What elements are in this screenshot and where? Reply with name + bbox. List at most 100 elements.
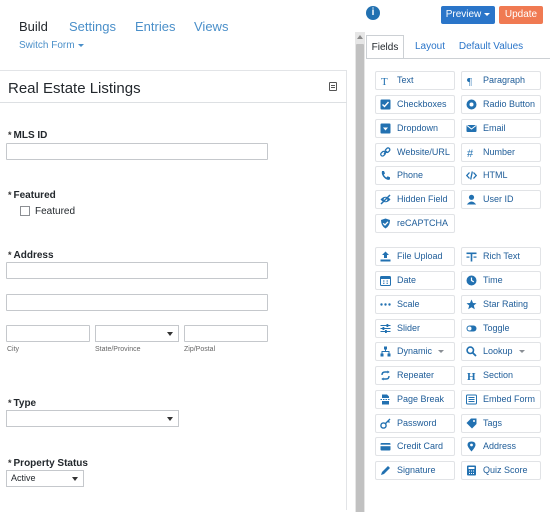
- required-marker: *: [8, 398, 12, 408]
- field-type-date[interactable]: Date: [375, 271, 455, 290]
- dropdown-icon: [380, 123, 391, 134]
- field-type-label: Page Break: [397, 394, 445, 404]
- scroll-thumb[interactable]: [356, 44, 364, 512]
- tab-entries[interactable]: Entries: [135, 19, 175, 34]
- property-status-label-text: Property Status: [13, 458, 88, 469]
- email-icon: [466, 125, 477, 132]
- type-select[interactable]: [6, 410, 179, 427]
- scroll-up-arrow-icon[interactable]: [357, 35, 363, 39]
- field-type-label: Checkboxes: [397, 99, 447, 109]
- field-type-page-break[interactable]: Page Break: [375, 390, 455, 409]
- field-type-label: Dynamic: [397, 346, 433, 356]
- tag-icon: [466, 418, 477, 429]
- property-status-label: * Property Status: [8, 458, 88, 469]
- featured-label-text: Featured: [13, 190, 56, 201]
- paragraph-icon: ¶: [467, 76, 472, 86]
- field-type-paragraph[interactable]: ¶ Paragraph: [461, 71, 541, 90]
- field-type-dropdown[interactable]: Dropdown: [375, 119, 455, 138]
- info-icon[interactable]: i: [366, 6, 380, 20]
- svg-text:#: #: [467, 148, 474, 158]
- field-type-text[interactable]: T Text: [375, 71, 455, 90]
- field-type-number[interactable]: # Number: [461, 143, 541, 162]
- field-type-tags[interactable]: Tags: [461, 414, 541, 433]
- field-type-html[interactable]: HTML: [461, 166, 541, 185]
- preview-button[interactable]: Preview: [441, 6, 495, 24]
- field-type-label: Dropdown: [397, 123, 439, 133]
- field-type-quiz-score[interactable]: Quiz Score: [461, 461, 541, 480]
- mls-id-label: * MLS ID: [8, 130, 47, 141]
- radio-icon: [466, 99, 477, 110]
- field-type-toggle[interactable]: Toggle: [461, 319, 541, 338]
- field-type-address[interactable]: Address: [461, 437, 541, 456]
- field-type-embed-form[interactable]: Embed Form: [461, 390, 541, 409]
- field-type-star-rating[interactable]: Star Rating: [461, 295, 541, 314]
- field-type-label: User ID: [483, 194, 514, 204]
- featured-option-label: Featured: [35, 206, 76, 217]
- tab-default-values[interactable]: Default Values: [458, 35, 524, 59]
- zip-input[interactable]: [184, 325, 268, 342]
- calculator-icon: [467, 465, 476, 476]
- featured-checkbox[interactable]: [20, 206, 30, 216]
- upload-icon: [380, 251, 391, 262]
- field-type-label: Text: [397, 75, 414, 85]
- form-title[interactable]: Real Estate Listings: [8, 80, 141, 97]
- field-type-credit-card[interactable]: Credit Card: [375, 437, 455, 456]
- form-settings-icon[interactable]: [329, 82, 337, 91]
- field-type-lookup[interactable]: Lookup: [461, 342, 541, 361]
- field-type-phone[interactable]: Phone: [375, 166, 455, 185]
- field-type-label: Address: [483, 441, 517, 451]
- state-select[interactable]: [95, 325, 179, 342]
- phone-icon: [381, 171, 390, 180]
- field-type-label: Slider: [397, 323, 421, 333]
- field-type-rich-text[interactable]: Rich Text: [461, 247, 541, 266]
- field-type-user-id[interactable]: User ID: [461, 190, 541, 209]
- field-type-password[interactable]: Password: [375, 414, 455, 433]
- field-type-email[interactable]: Email: [461, 119, 541, 138]
- field-type-signature[interactable]: Signature: [375, 461, 455, 480]
- field-type-repeater[interactable]: Repeater: [375, 366, 455, 385]
- address-line2-input[interactable]: [6, 294, 268, 311]
- required-marker: *: [8, 458, 12, 468]
- tab-views[interactable]: Views: [194, 19, 228, 34]
- field-type-recaptcha[interactable]: reCAPTCHA: [375, 214, 455, 233]
- svg-text:T: T: [381, 76, 388, 86]
- field-type-checkboxes[interactable]: Checkboxes: [375, 95, 455, 114]
- tab-build[interactable]: Build: [19, 19, 48, 34]
- tab-settings[interactable]: Settings: [69, 19, 116, 34]
- field-type-radio-button[interactable]: Radio Button: [461, 95, 541, 114]
- caret-down-icon: [518, 350, 525, 354]
- preview-button-label: Preview: [445, 9, 482, 20]
- field-type-label: Password: [397, 418, 437, 428]
- property-status-select[interactable]: Active: [6, 470, 84, 487]
- svg-text:¶: ¶: [467, 76, 472, 86]
- required-marker: *: [8, 250, 12, 260]
- field-type-scale[interactable]: Scale: [375, 295, 455, 314]
- heading-icon: H: [467, 371, 476, 381]
- field-type-label: Tags: [483, 418, 503, 428]
- hash-icon: #: [467, 148, 474, 158]
- address-line1-input[interactable]: [6, 262, 268, 279]
- tab-layout[interactable]: Layout: [410, 35, 450, 59]
- switch-form-dropdown[interactable]: Switch Form: [19, 40, 84, 51]
- field-type-label: Signature: [397, 465, 436, 475]
- code-icon: [466, 171, 477, 180]
- tab-fields[interactable]: Fields: [366, 35, 404, 59]
- rich-text-icon: [466, 252, 477, 262]
- field-type-label: Website/URL: [397, 147, 450, 157]
- field-type-time[interactable]: Time: [461, 271, 541, 290]
- field-type-hidden-field[interactable]: Hidden Field: [375, 190, 455, 209]
- field-type-label: File Upload: [397, 251, 443, 261]
- field-type-website-url[interactable]: Website/URL: [375, 143, 455, 162]
- field-type-slider[interactable]: Slider: [375, 319, 455, 338]
- field-type-section[interactable]: H Section: [461, 366, 541, 385]
- canvas-scrollbar[interactable]: [355, 32, 365, 512]
- state-sublabel: State/Province: [95, 346, 141, 353]
- mls-id-input[interactable]: [6, 143, 268, 160]
- update-button[interactable]: Update: [499, 6, 543, 24]
- city-input[interactable]: [6, 325, 90, 342]
- field-type-file-upload[interactable]: File Upload: [375, 247, 455, 266]
- checkbox-icon: [380, 99, 391, 110]
- caret-down-icon: [77, 43, 84, 47]
- field-type-dynamic[interactable]: Dynamic: [375, 342, 455, 361]
- field-type-label: Hidden Field: [397, 194, 448, 204]
